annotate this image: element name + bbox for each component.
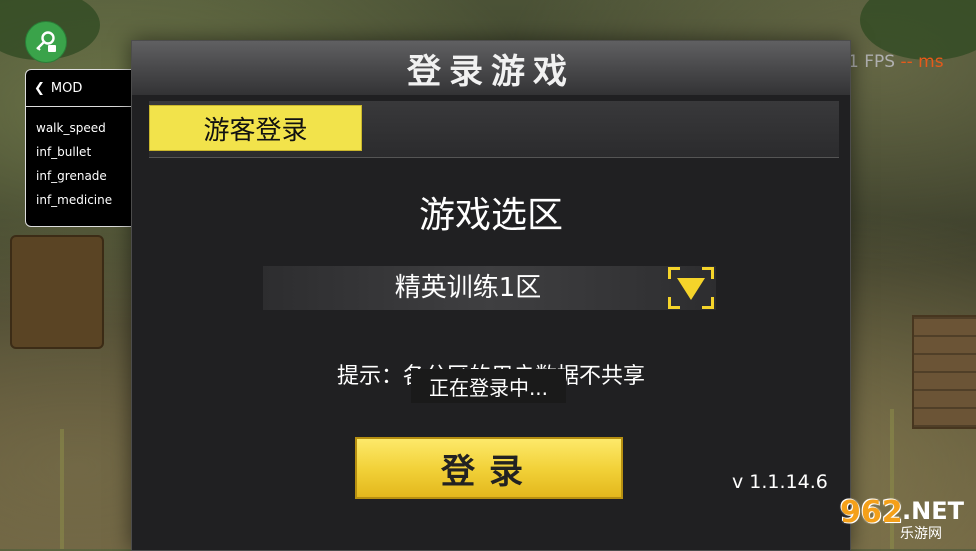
tree-foliage — [860, 0, 976, 60]
server-dropdown-button[interactable] — [668, 267, 714, 309]
server-select[interactable]: 精英训练1区 — [263, 266, 716, 310]
selected-server-label: 精英训练1区 — [394, 273, 542, 303]
version-label: v 1.1.14.6 — [732, 471, 828, 493]
watermark-site-name: 乐游网 — [900, 526, 942, 542]
barrel — [10, 235, 104, 349]
mod-panel-title: MOD — [50, 80, 83, 96]
fps-counter: 1 FPS -- ms — [848, 52, 944, 72]
mod-menu-button[interactable] — [25, 21, 67, 63]
watermark-suffix: .NET — [902, 497, 964, 525]
loading-toast: 正在登录中... — [411, 369, 566, 403]
login-dialog: 登录游戏 游客登录 游戏选区 精英训练1区 提示：各分区的用户数据不共享 正在登… — [131, 40, 851, 551]
key-lock-icon — [36, 31, 56, 52]
dialog-title: 登录游戏 — [407, 51, 575, 92]
mod-item-label: walk_speed — [36, 121, 106, 135]
chevron-left-icon[interactable]: ❮ — [34, 81, 45, 96]
mod-item-label: inf_bullet — [36, 145, 92, 159]
crate — [912, 315, 976, 429]
tab-guest-login[interactable]: 游客登录 — [149, 105, 362, 151]
watermark-number: 962 — [840, 495, 903, 530]
login-button[interactable]: 登录 — [355, 437, 623, 499]
server-section-title: 游戏选区 — [418, 195, 563, 236]
triangle-down-icon — [677, 278, 705, 300]
dialog-title-bar: 登录游戏 — [132, 41, 850, 95]
grass — [60, 429, 64, 549]
site-watermark-logo: 962 .NET 乐游网 — [840, 495, 970, 543]
mod-item-label: inf_medicine — [36, 193, 113, 207]
mod-item-label: inf_grenade — [36, 169, 107, 183]
login-tab-bar: 游客登录 — [149, 101, 839, 158]
